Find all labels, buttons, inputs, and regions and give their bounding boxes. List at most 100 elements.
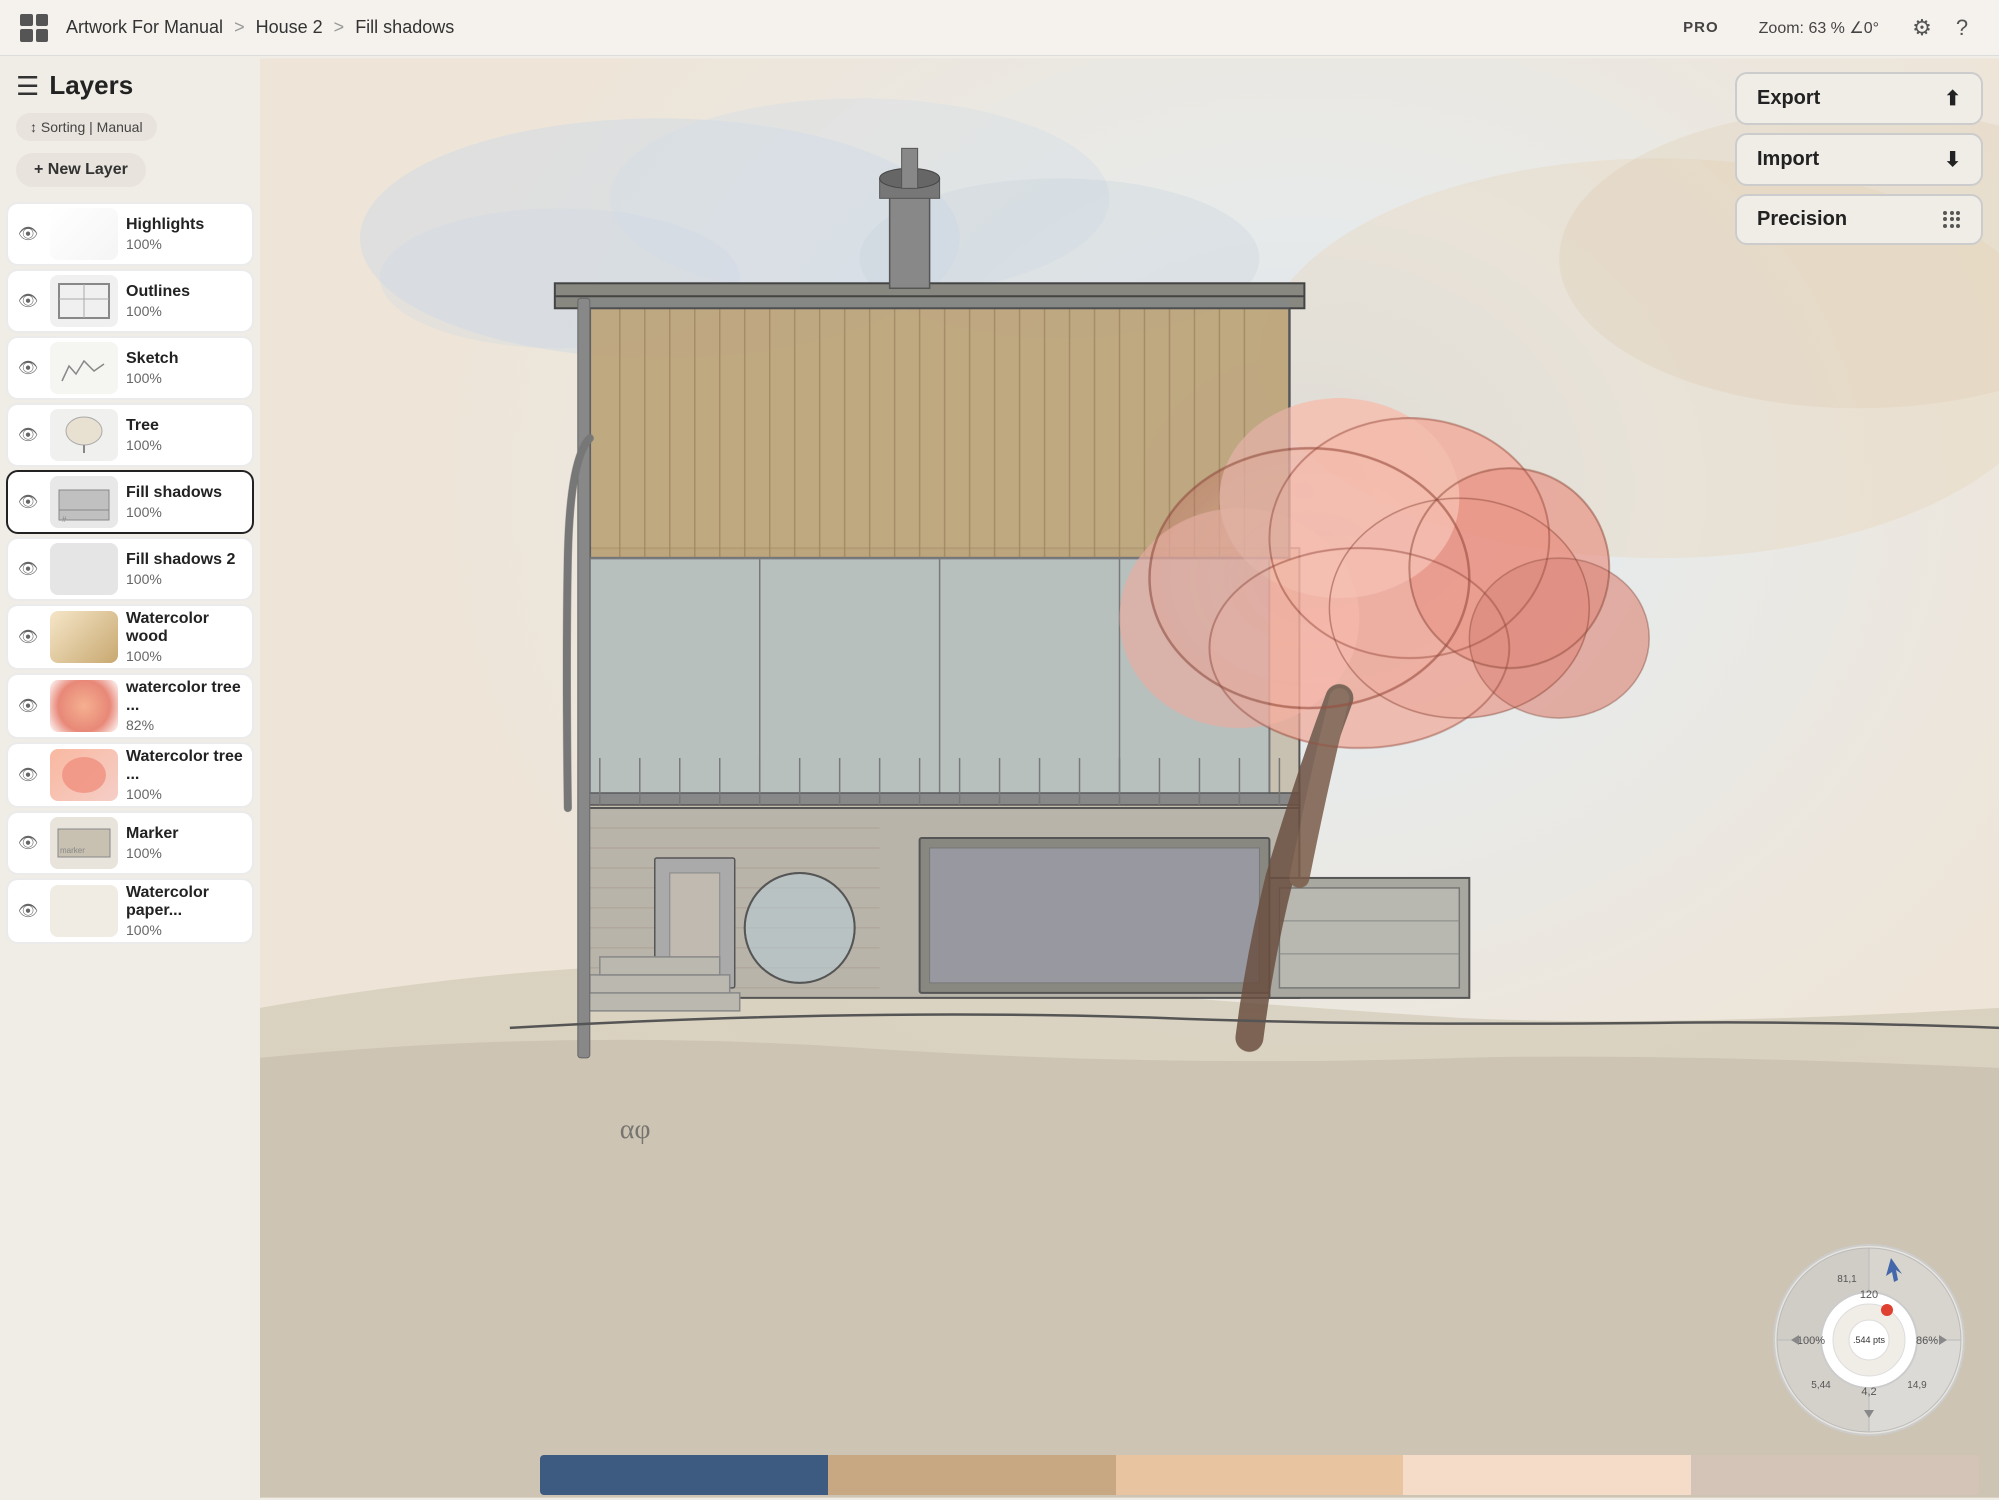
layer-info-watercolor-tree: watercolor tree ... 82% <box>126 679 246 733</box>
svg-text:81,1: 81,1 <box>1837 1274 1857 1285</box>
precision-button[interactable]: Precision <box>1735 194 1983 245</box>
svg-text:αφ: αφ <box>620 1114 651 1145</box>
layer-opacity-watercolor-paper: 100% <box>126 922 246 938</box>
layer-thumb-watercolor-tree <box>50 680 118 732</box>
layer-item-watercolor-tree[interactable]: 👁 watercolor tree ... 82% <box>6 673 254 739</box>
export-icon: ⬆ <box>1944 86 1961 111</box>
layer-visibility-fill-shadows[interactable]: 👁 <box>14 492 42 512</box>
export-button[interactable]: Export ⬆ <box>1735 72 1983 125</box>
layer-name-fill-shadows-2: Fill shadows 2 <box>126 551 246 569</box>
svg-text:4,2: 4,2 <box>1861 1386 1876 1398</box>
top-bar: Artwork For Manual > House 2 > Fill shad… <box>0 0 1999 56</box>
layer-visibility-marker[interactable]: 👁 <box>14 833 42 853</box>
layer-item-highlights[interactable]: 👁 Highlights 100% <box>6 202 254 266</box>
layer-visibility-fill-shadows-2[interactable]: 👁 <box>14 559 42 579</box>
svg-text:5,44: 5,44 <box>1811 1380 1831 1391</box>
svg-text:.544 pts: .544 pts <box>1853 1335 1886 1345</box>
layer-item-watercolor-paper[interactable]: 👁 Watercolor paper... 100% <box>6 878 254 944</box>
artwork-canvas[interactable]: αφ <box>260 56 1999 1500</box>
sidebar: ☰ Layers ↕ Sorting | Manual + New Layer … <box>0 56 260 1500</box>
layer-info-marker: Marker100% <box>126 825 246 861</box>
sorting-button[interactable]: ↕ Sorting | Manual <box>16 113 157 141</box>
breadcrumb-sep2: > <box>334 17 345 37</box>
color-swatch-5[interactable] <box>1691 1455 1979 1495</box>
layer-name-highlights: Highlights <box>126 216 246 234</box>
precision-label: Precision <box>1757 208 1847 231</box>
layer-item-marker[interactable]: 👁 marker Marker100% <box>6 811 254 875</box>
layer-visibility-outlines[interactable]: 👁 <box>14 291 42 311</box>
layer-opacity-watercolor-tree: 82% <box>126 717 246 733</box>
layer-info-watercolor-paper: Watercolor paper... 100% <box>126 884 246 938</box>
breadcrumb: Artwork For Manual > House 2 > Fill shad… <box>66 17 1683 38</box>
layer-item-watercolor-tree-2[interactable]: 👁 Watercolor tree ... 100% <box>6 742 254 808</box>
svg-text:120: 120 <box>1860 1289 1878 1301</box>
sidebar-header: ☰ Layers <box>0 56 260 109</box>
color-swatch-4[interactable] <box>1403 1455 1691 1495</box>
svg-text:14,9: 14,9 <box>1907 1380 1927 1391</box>
new-layer-button[interactable]: + New Layer <box>16 153 146 187</box>
zoom-angle: ∠0° <box>1849 20 1879 37</box>
color-swatch-2[interactable] <box>828 1455 1116 1495</box>
hamburger-icon[interactable]: ☰ <box>16 73 39 99</box>
layer-item-fill-shadows-2[interactable]: 👁 Fill shadows 2100% <box>6 537 254 601</box>
precision-dial[interactable]: 120 86% 4,2 100% 81,1 14,9 5,44 .544 pts <box>1769 1240 1969 1440</box>
layer-item-watercolor-wood[interactable]: 👁 Watercolor wood100% <box>6 604 254 670</box>
help-button[interactable]: ? <box>1945 11 1979 45</box>
pro-badge: PRO <box>1683 19 1719 36</box>
layer-opacity-tree: 100% <box>126 437 246 453</box>
grid-dots-icon <box>1943 211 1961 229</box>
svg-text:86%: 86% <box>1916 1335 1938 1347</box>
layer-name-watercolor-tree-2: Watercolor tree ... <box>126 748 246 784</box>
layer-thumb-watercolor-wood <box>50 611 118 663</box>
layer-visibility-highlights[interactable]: 👁 <box>14 224 42 244</box>
layer-name-watercolor-tree: watercolor tree ... <box>126 679 246 715</box>
breadcrumb-sep1: > <box>234 17 245 37</box>
layer-thumb-highlights <box>50 208 118 260</box>
layer-name-sketch: Sketch <box>126 350 246 368</box>
layer-name-watercolor-paper: Watercolor paper... <box>126 884 246 920</box>
layer-visibility-watercolor-tree[interactable]: 👁 <box>14 696 42 716</box>
zoom-label: Zoom: <box>1759 20 1804 37</box>
layer-item-sketch[interactable]: 👁 Sketch 100% <box>6 336 254 400</box>
layer-item-tree[interactable]: 👁 Tree 100% <box>6 403 254 467</box>
breadcrumb-part3: Fill shadows <box>355 17 454 37</box>
zoom-value: 63 % <box>1808 20 1844 37</box>
layer-thumb-fill-shadows-2 <box>50 543 118 595</box>
layers-list: 👁Highlights100%👁Outlines100%👁Sketch100%👁… <box>0 199 260 1500</box>
layer-visibility-sketch[interactable]: 👁 <box>14 358 42 378</box>
grid-icon[interactable] <box>20 14 48 42</box>
svg-text:marker: marker <box>60 846 85 855</box>
sorting-label: ↕ Sorting | Manual <box>30 119 143 135</box>
layer-opacity-watercolor-wood: 100% <box>126 648 246 664</box>
svg-text:100%: 100% <box>1797 1335 1825 1347</box>
zoom-info: Zoom: 63 % ∠0° <box>1759 18 1879 38</box>
layer-info-fill-shadows-2: Fill shadows 2100% <box>126 551 246 587</box>
color-strip <box>520 1450 1999 1500</box>
layer-info-sketch: Sketch 100% <box>126 350 246 386</box>
import-button[interactable]: Import ⬇ <box>1735 133 1983 186</box>
breadcrumb-part1[interactable]: Artwork For Manual <box>66 17 223 37</box>
layer-thumb-marker: marker <box>50 817 118 869</box>
layer-item-outlines[interactable]: 👁Outlines100% <box>6 269 254 333</box>
layer-info-watercolor-wood: Watercolor wood100% <box>126 610 246 664</box>
layer-visibility-watercolor-tree-2[interactable]: 👁 <box>14 765 42 785</box>
layer-thumb-watercolor-paper <box>50 885 118 937</box>
layer-info-tree: Tree 100% <box>126 417 246 453</box>
gear-button[interactable]: ⚙ <box>1905 11 1939 45</box>
layer-opacity-watercolor-tree-2: 100% <box>126 786 246 802</box>
layer-visibility-watercolor-wood[interactable]: 👁 <box>14 627 42 647</box>
layer-item-fill-shadows[interactable]: 👁#Fill shadows100% <box>6 470 254 534</box>
color-swatch-3[interactable] <box>1116 1455 1404 1495</box>
layer-opacity-highlights: 100% <box>126 236 246 252</box>
layer-name-tree: Tree <box>126 417 246 435</box>
color-swatch-1[interactable] <box>540 1455 828 1495</box>
layer-visibility-tree[interactable]: 👁 <box>14 425 42 445</box>
layer-visibility-watercolor-paper[interactable]: 👁 <box>14 901 42 921</box>
layer-thumb-fill-shadows: # <box>50 476 118 528</box>
breadcrumb-part2[interactable]: House 2 <box>256 17 323 37</box>
right-panel: Export ⬆ Import ⬇ Precision <box>1719 56 1999 261</box>
svg-text:#: # <box>62 515 67 524</box>
layer-opacity-sketch: 100% <box>126 370 246 386</box>
canvas-area[interactable]: αφ 120 86% <box>260 56 1999 1500</box>
layer-thumb-sketch <box>50 342 118 394</box>
